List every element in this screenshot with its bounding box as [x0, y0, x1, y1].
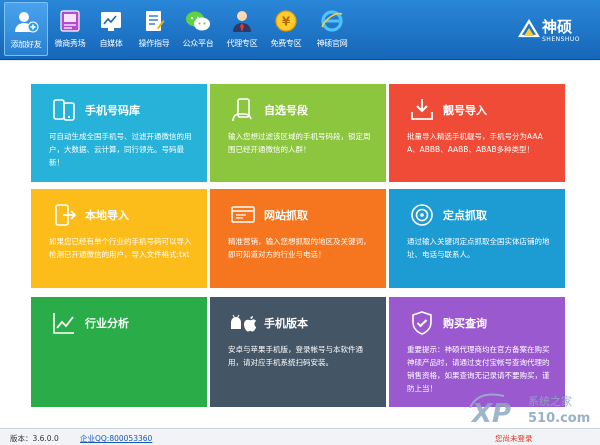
local-import-icon: [49, 201, 79, 229]
tile-title: 网站抓取: [264, 209, 308, 222]
tile-title: 定点抓取: [443, 209, 487, 222]
tile-desc: 如果您已经有单个行业的手机号码可以导入检测已开通微信的用户，导入文件格式:txt: [49, 237, 192, 259]
logo-en-text: SHENSHUO: [542, 36, 581, 43]
tile-phone-library[interactable]: 手机号码库 可自动生成全国手机号、过滤开通微信的用户，大数据、云计算，同行领先。…: [31, 84, 207, 182]
tile-desc: 批量导入精选手机靓号，手机号分为AAAA、ABBB、AABB、ABAB多种类型！: [407, 132, 543, 154]
tile-title: 行业分析: [85, 317, 129, 330]
tile-desc: 可自动生成全国手机号、过滤开通微信的用户，大数据、云计算，同行领先。号码最新！: [49, 132, 192, 167]
toolbar-free[interactable]: ¥ 免费专区: [266, 2, 306, 56]
logo-cn-text: 神硕: [542, 18, 573, 36]
login-status-link[interactable]: 您尚未登录: [495, 433, 533, 444]
guide-icon: [141, 8, 167, 34]
logo-mark-icon: [518, 18, 540, 38]
target-icon: [407, 201, 437, 229]
phone-hand-icon: [228, 96, 258, 124]
tile-mobile-version[interactable]: 手机版本 安卓与苹果手机版，登录帐号与本软件通用，请对应手机系统扫码安装。: [210, 297, 386, 407]
tile-title: 靓号导入: [443, 104, 487, 117]
shield-check-icon: [407, 309, 437, 337]
enterprise-qq-link[interactable]: 企业QQ:800053360: [80, 433, 152, 444]
watermark-domain: 510.com: [528, 411, 590, 426]
toolbar-website[interactable]: 神硕官网: [312, 2, 352, 56]
tile-title: 自选号段: [264, 104, 308, 117]
main-content: 手机号码库 可自动生成全国手机号、过滤开通微信的用户，大数据、云计算，同行领先。…: [0, 61, 600, 428]
tile-web-grab[interactable]: 网站抓取 精准营销，输入您想抓取的地区及关键词，即可知道对方的行业与电话！: [210, 189, 386, 288]
tile-industry-analysis[interactable]: 行业分析: [31, 297, 207, 407]
free-coin-icon: ¥: [273, 8, 299, 34]
wechat-icon: [185, 8, 211, 34]
tile-custom-segment[interactable]: 自选号段 输入您想过滤该区域的手机号码段，锁定周围已经开通微信的人群！: [210, 84, 386, 182]
toolbar-label: 自媒体: [99, 39, 123, 48]
agent-icon: [229, 8, 255, 34]
phones-icon: [49, 96, 79, 124]
watermark-site: 系统之家: [528, 394, 572, 408]
svg-text:¥: ¥: [282, 15, 291, 29]
toolbar-label: 微商秀场: [54, 39, 86, 48]
toolbar-label: 添加好友: [10, 40, 42, 49]
toolbar-label: 免费专区: [270, 39, 302, 48]
toolbar-agent[interactable]: 代理专区: [222, 2, 262, 56]
version-text: 版本：3.6.0.0: [10, 434, 59, 443]
media-chart-icon: [98, 8, 124, 34]
toolbar-wechat[interactable]: 公众平台: [178, 2, 218, 56]
toolbar-guide[interactable]: 操作指导: [134, 2, 174, 56]
tile-local-import[interactable]: 本地导入 如果您已经有单个行业的手机号码可以导入检测已开通微信的用户，导入文件格…: [31, 189, 207, 288]
ie-browser-icon: [319, 8, 345, 34]
toolbar-label: 操作指导: [138, 39, 170, 48]
android-apple-icon: [228, 309, 258, 337]
toolbar-showroom[interactable]: 微商秀场: [50, 2, 90, 56]
tile-title: 手机号码库: [85, 104, 140, 117]
top-toolbar: 添加好友 微商秀场 自媒体 操作指导 公众平台 代理专区 ¥ 免费专区 神硕官网…: [0, 0, 600, 60]
tile-vip-import[interactable]: 靓号导入 批量导入精选手机靓号，手机号分为AAAA、ABBB、AABB、ABAB…: [389, 84, 565, 182]
tile-desc: 通过输入关键词定点抓取全国实体店铺的地址、电话与联系人。: [407, 237, 550, 259]
showroom-icon: [57, 8, 83, 34]
tile-title: 本地导入: [85, 209, 129, 222]
watermark-brand: XP: [470, 399, 511, 428]
add-friend-icon: [13, 9, 39, 35]
web-grab-icon: [228, 201, 258, 229]
watermark-logo: XP 系统之家 510.com: [468, 388, 594, 429]
tile-desc: 精准营销，输入您想抓取的地区及关键词，即可知道对方的行业与电话！: [228, 237, 371, 259]
tile-title: 购买查询: [443, 317, 487, 330]
import-tray-icon: [407, 96, 437, 124]
tile-desc: 输入您想过滤该区域的手机号码段，锁定周围已经开通微信的人群！: [228, 132, 371, 154]
toolbar-label: 代理专区: [226, 39, 258, 48]
tile-title: 手机版本: [264, 317, 308, 330]
status-bar: 版本：3.6.0.0 企业QQ:800053360 您尚未登录: [0, 428, 600, 445]
trend-chart-icon: [49, 309, 79, 337]
brand-logo: 神硕 SHENSHUO: [518, 14, 590, 50]
toolbar-add-friend[interactable]: 添加好友: [4, 2, 48, 56]
toolbar-label: 公众平台: [182, 39, 214, 48]
tile-desc: 安卓与苹果手机版，登录帐号与本软件通用，请对应手机系统扫码安装。: [228, 345, 363, 367]
toolbar-label: 神硕官网: [316, 39, 348, 48]
tile-target-grab[interactable]: 定点抓取 通过输入关键词定点抓取全国实体店铺的地址、电话与联系人。: [389, 189, 565, 288]
toolbar-media[interactable]: 自媒体: [91, 2, 131, 56]
